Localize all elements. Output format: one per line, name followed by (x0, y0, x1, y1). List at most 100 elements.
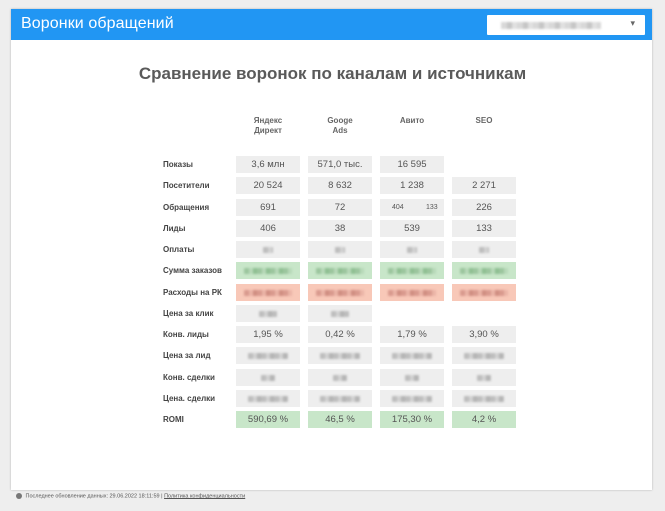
app-header: Воронки обращений ▾ (11, 9, 652, 40)
table-cell: 0,42 % (308, 326, 372, 343)
table-cell (308, 241, 372, 258)
table-cell (380, 369, 444, 386)
table-cell (308, 305, 372, 322)
table-cell: 539 (380, 220, 444, 237)
redacted-value (333, 375, 347, 381)
redacted-value (464, 353, 504, 359)
row-label: Посетители (163, 181, 210, 190)
table-cell: 226 (452, 199, 516, 216)
table-cell: 8 632 (308, 177, 372, 194)
redacted-value (464, 396, 504, 402)
row-label: ROMI (163, 415, 184, 424)
table-cell (236, 284, 300, 301)
report-title: Сравнение воронок по каналам и источника… (138, 64, 527, 83)
redacted-value (392, 396, 432, 402)
column-header: Googe Ads (327, 116, 353, 135)
app-title: Воронки обращений (21, 15, 174, 32)
table-cell (380, 347, 444, 364)
table-cell: 571,0 тыс. (308, 156, 372, 173)
table-cell (236, 305, 300, 322)
table-cell (236, 369, 300, 386)
table-cell: 20 524 (236, 177, 300, 194)
redacted-value (392, 353, 432, 359)
row-label: Сумма заказов (163, 266, 222, 275)
table-cell: 16 595 (380, 156, 444, 173)
table-cell (236, 262, 300, 279)
table-cell (236, 347, 300, 364)
redacted-value (316, 290, 364, 296)
redacted-value (259, 311, 277, 317)
row-label: Оплаты (163, 245, 195, 254)
redacted-value (477, 375, 491, 381)
table-cell (308, 347, 372, 364)
privacy-policy-link[interactable]: Политика конфиденциальности (164, 493, 245, 499)
redacted-value (244, 290, 292, 296)
row-label: Цена за клик (163, 309, 214, 318)
table-cell (452, 262, 516, 279)
table-cell: 3,6 млн (236, 156, 300, 173)
table-cell (380, 284, 444, 301)
table-cell: 404 133 (380, 199, 444, 216)
last-update-text: Последнее обновление данных: 29.06.2022 … (25, 493, 160, 500)
table-cell (452, 241, 516, 258)
redacted-value (405, 375, 419, 381)
table-cell: 590,69 % (236, 411, 300, 428)
footer-separator: | (161, 493, 163, 500)
table-cell: 3,90 % (452, 326, 516, 343)
table-cell: 175,30 % (380, 411, 444, 428)
table-cell: 1,95 % (236, 326, 300, 343)
redacted-value (388, 268, 436, 274)
row-label: Конв. сделки (163, 373, 215, 382)
table-cell (308, 390, 372, 407)
info-icon (16, 493, 22, 499)
table-cell (452, 390, 516, 407)
redacted-value (331, 311, 349, 317)
table-cell: 1,79 % (380, 326, 444, 343)
account-select-value-redacted (501, 22, 601, 29)
redacted-value (316, 268, 364, 274)
redacted-value (261, 375, 275, 381)
row-label: Расходы на РК (163, 288, 222, 297)
table-cell (236, 390, 300, 407)
row-label: Обращения (163, 203, 210, 212)
column-header: Яндекс Директ (253, 116, 283, 135)
table-cell (452, 284, 516, 301)
redacted-value (479, 247, 489, 253)
redacted-value (244, 268, 292, 274)
row-label: Цена. сделки (163, 394, 216, 403)
row-label: Показы (163, 160, 193, 169)
table-cell: 133 (452, 220, 516, 237)
table-cell (308, 369, 372, 386)
redacted-value (263, 247, 273, 253)
table-cell (308, 284, 372, 301)
table-cell: 691 (236, 199, 300, 216)
table-cell (380, 262, 444, 279)
redacted-value (320, 353, 360, 359)
redacted-value (460, 290, 508, 296)
table-cell: 38 (308, 220, 372, 237)
table-cell: 72 (308, 199, 372, 216)
column-header: Авито (399, 116, 425, 125)
table-cell (236, 241, 300, 258)
cell-subvalue: 133 (426, 204, 438, 211)
table-cell (308, 262, 372, 279)
redacted-value (248, 396, 288, 402)
row-label: Конв. лиды (163, 330, 209, 339)
table-cell: 2 271 (452, 177, 516, 194)
row-label: Цена за лид (163, 351, 211, 360)
table-cell (452, 347, 516, 364)
redacted-value (320, 396, 360, 402)
redacted-value (248, 353, 288, 359)
cell-subvalue: 404 (392, 204, 404, 211)
account-select[interactable]: ▾ (487, 15, 645, 35)
footer: Последнее обновление данных: 29.06.2022 … (16, 493, 245, 499)
chevron-down-icon: ▾ (630, 18, 635, 28)
row-label: Лиды (163, 224, 186, 233)
table-cell: 406 (236, 220, 300, 237)
redacted-value (460, 268, 508, 274)
table-cell: 1 238 (380, 177, 444, 194)
table-cell: 4,2 % (452, 411, 516, 428)
table-cell (452, 369, 516, 386)
redacted-value (407, 247, 417, 253)
table-cell (380, 390, 444, 407)
